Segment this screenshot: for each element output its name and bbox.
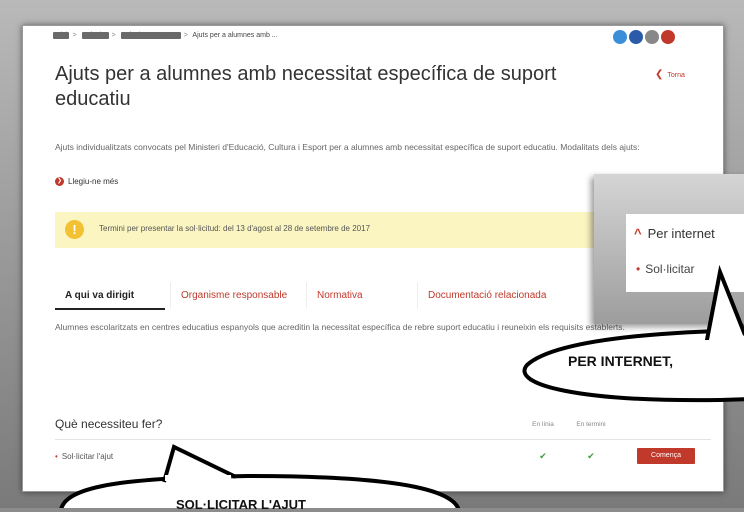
chevron-down-icon: ❯ — [55, 177, 64, 186]
tab-normativa[interactable]: Normativa — [307, 282, 418, 309]
needs-table: Què necessiteu fer? En línia En termini … — [55, 409, 711, 472]
zoom-section[interactable]: ^ Per internet — [634, 226, 715, 241]
needs-heading: Què necessiteu fer? — [55, 417, 163, 431]
start-button[interactable]: Comença — [637, 448, 695, 464]
breadcrumb-item-tramits[interactable]: Tràmits — [81, 32, 109, 39]
check-icon: ✔ — [539, 450, 547, 461]
zoom-panel: ^ Per internet • Sol·licitar — [626, 214, 744, 292]
table-row: • Sol·licitar l'ajut ✔ ✔ Comença — [55, 440, 711, 472]
row-label: • Sol·licitar l'ajut — [55, 451, 114, 461]
facebook-icon[interactable] — [629, 30, 643, 44]
page-title: Ajuts per a alumnes amb necessitat espec… — [55, 63, 557, 110]
social-share — [613, 30, 675, 44]
zoom-inset: ^ Per internet • Sol·licitar — [594, 174, 744, 324]
breadcrumb: Inici > Tràmits > Tràmits per temes > Ajuts… — [53, 32, 278, 39]
breadcrumb-item-topics[interactable]: Tràmits per temes — [120, 32, 181, 39]
active-tab-indicator — [55, 308, 165, 310]
read-more-link[interactable]: ❯ Llegiu-ne més — [55, 177, 118, 186]
deadline-text: Termini per presentar la sol·licitud: de… — [99, 224, 371, 233]
callout-label-right: PER INTERNET, — [568, 353, 674, 369]
tab-documentacio-relacionada[interactable]: Documentació relacionada — [418, 282, 608, 309]
share-icon[interactable] — [661, 30, 675, 44]
mail-icon[interactable] — [645, 30, 659, 44]
back-link[interactable]: ❮ Torna — [655, 69, 685, 80]
twitter-icon[interactable] — [613, 30, 627, 44]
tab-organisme-responsable[interactable]: Organisme responsable — [171, 282, 307, 309]
info-icon: ! — [65, 220, 84, 239]
col-deadline: En termini — [576, 420, 606, 428]
callout-label-bottom: SOL·LICITAR L'AJUT — [176, 497, 306, 512]
info-tabs: A qui va dirigit Organisme responsable N… — [55, 282, 615, 309]
breadcrumb-item-home[interactable]: Inici — [53, 32, 70, 39]
description: Ajuts individualitzats convocats pel Min… — [55, 142, 640, 152]
chevron-left-icon: ❮ — [655, 69, 664, 80]
read-more-label: Llegiu-ne més — [68, 177, 119, 186]
tab-a-qui-va-dirigit[interactable]: A qui va dirigit — [55, 282, 171, 309]
col-online: En línia — [532, 420, 554, 428]
needs-header: Què necessiteu fer? En línia En termini — [55, 409, 711, 440]
zoom-item[interactable]: • Sol·licitar — [636, 262, 695, 276]
breadcrumb-current: Ajuts per a alumnes amb ... — [192, 32, 278, 39]
chevron-up-icon: ^ — [634, 226, 642, 241]
check-icon: ✔ — [587, 450, 595, 461]
deadline-notice: ! Termini per presentar la sol·licitud: … — [55, 212, 615, 248]
